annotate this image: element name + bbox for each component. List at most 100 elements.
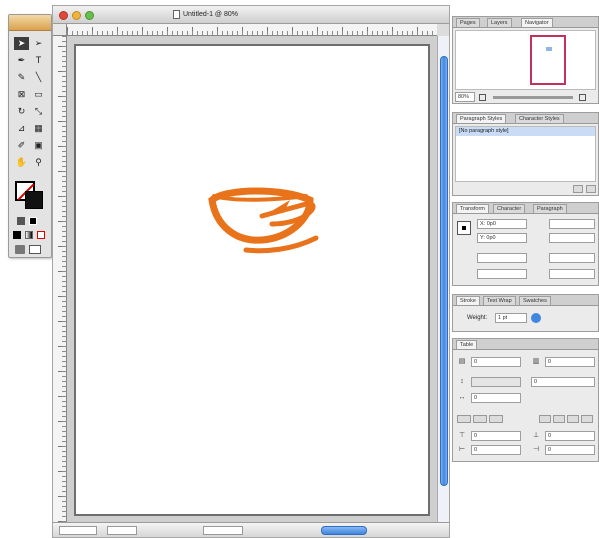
paragraph-styles-panel: Paragraph Styles Character Styles [No pa… xyxy=(452,112,599,196)
reference-point-icon[interactable] xyxy=(457,221,471,235)
gradient-tool[interactable]: ▦ xyxy=(31,122,46,135)
eyedropper-tool[interactable]: ✐ xyxy=(14,139,29,152)
selection-tool[interactable]: ➤ xyxy=(14,37,29,50)
tab-character-styles[interactable]: Character Styles xyxy=(515,114,564,123)
zoom-field[interactable] xyxy=(59,526,97,535)
align-center-button[interactable] xyxy=(473,415,487,423)
coffee-cup-logo[interactable] xyxy=(206,186,328,258)
rotate-tool[interactable]: ↻ xyxy=(14,105,29,118)
preview-view-icon[interactable] xyxy=(29,245,41,254)
zoom-out-icon[interactable] xyxy=(479,94,486,101)
rectangle-frame-tool[interactable]: ⊠ xyxy=(14,88,29,101)
navigator-tab-row: Pages Layers Navigator xyxy=(453,17,598,28)
hand-tool[interactable]: ✋ xyxy=(14,156,29,169)
page-number-field[interactable] xyxy=(107,526,137,535)
width-field[interactable] xyxy=(549,219,595,229)
rectangle-tool[interactable]: ▭ xyxy=(31,88,46,101)
horizontal-scroll-thumb[interactable] xyxy=(321,526,367,535)
delete-style-button[interactable] xyxy=(586,185,596,193)
tab-navigator[interactable]: Navigator xyxy=(521,18,553,27)
tab-paragraph[interactable]: Paragraph xyxy=(533,204,567,213)
navigator-zoom-field[interactable]: 80% xyxy=(455,92,475,102)
align-bottom-button[interactable] xyxy=(489,415,503,423)
row-height-field[interactable] xyxy=(471,377,521,387)
tab-transform[interactable]: Transform xyxy=(456,204,489,213)
shear-field[interactable] xyxy=(549,269,595,279)
scale-y-field[interactable] xyxy=(549,253,595,263)
normal-view-icon[interactable] xyxy=(15,245,25,254)
y-position-field[interactable]: Y: 0p0 xyxy=(477,233,527,243)
status-bar xyxy=(53,522,449,537)
pen-tool[interactable]: ✒ xyxy=(14,54,29,67)
apply-none-icon[interactable] xyxy=(37,231,45,239)
zoom-tool[interactable]: ⚲ xyxy=(31,156,46,169)
swap-colors-icon[interactable] xyxy=(17,217,25,225)
minimize-button[interactable] xyxy=(72,11,81,20)
rotate-text-button[interactable] xyxy=(539,415,551,423)
tab-stroke[interactable]: Stroke xyxy=(456,296,480,305)
zoom-in-icon[interactable] xyxy=(579,94,586,101)
tab-paragraph-styles[interactable]: Paragraph Styles xyxy=(456,114,507,123)
document-window: Untitled-1 @ 80% xyxy=(52,5,450,538)
top-inset-field[interactable]: 0 xyxy=(471,431,521,441)
shear-tool[interactable]: ⊿ xyxy=(14,122,29,135)
apply-color-icon[interactable] xyxy=(13,231,21,239)
row-height-value-field[interactable]: 0 xyxy=(531,377,595,387)
top-inset-icon: ⊤ xyxy=(458,432,466,439)
weight-stepper-icon[interactable] xyxy=(531,313,541,323)
stroke-icon[interactable] xyxy=(25,191,43,209)
zoom-button[interactable] xyxy=(85,11,94,20)
apply-gradient-icon[interactable] xyxy=(25,231,33,239)
vertical-scroll-thumb[interactable] xyxy=(440,56,448,486)
tab-layers[interactable]: Layers xyxy=(487,18,512,27)
bottom-inset-icon: ⊥ xyxy=(532,432,540,439)
height-field[interactable] xyxy=(549,233,595,243)
list-item[interactable]: [No paragraph style] xyxy=(456,127,595,136)
tab-character[interactable]: Character xyxy=(493,204,526,213)
table-tab-row: Table xyxy=(453,339,598,350)
right-inset-field[interactable]: 0 xyxy=(545,445,595,455)
direct-selection-tool[interactable]: ➢ xyxy=(31,37,46,50)
column-width-field[interactable]: 0 xyxy=(471,393,521,403)
document-page[interactable] xyxy=(74,44,430,516)
tab-swatches[interactable]: Swatches xyxy=(519,296,551,305)
scale-tool[interactable]: ⤡ xyxy=(31,105,46,118)
ruler-origin[interactable] xyxy=(53,24,67,36)
left-inset-field[interactable]: 0 xyxy=(471,445,521,455)
rows-field[interactable]: 0 xyxy=(471,357,521,367)
page-nav-field[interactable] xyxy=(203,526,243,535)
weight-field[interactable]: 1 pt xyxy=(495,313,527,323)
rotate-text-90-button[interactable] xyxy=(553,415,565,423)
rotate-text-270-button[interactable] xyxy=(581,415,593,423)
document-icon xyxy=(173,10,180,19)
tab-text-wrap[interactable]: Text Wrap xyxy=(483,296,516,305)
default-colors-icon[interactable] xyxy=(29,217,37,225)
zoom-slider[interactable] xyxy=(493,96,573,99)
tab-pages[interactable]: Pages xyxy=(456,18,480,27)
bottom-inset-field[interactable]: 0 xyxy=(545,431,595,441)
navigator-preview xyxy=(455,30,596,90)
pencil-tool[interactable]: ✎ xyxy=(14,71,29,84)
type-tool[interactable]: T xyxy=(31,54,46,67)
x-position-field[interactable]: X: 0p0 xyxy=(477,219,527,229)
view-box[interactable] xyxy=(530,35,566,85)
new-style-button[interactable] xyxy=(573,185,583,193)
button-tool[interactable]: ▣ xyxy=(31,139,46,152)
row-height-icon: ↕ xyxy=(460,378,464,385)
line-tool[interactable]: ╲ xyxy=(31,71,46,84)
columns-field[interactable]: 0 xyxy=(545,357,595,367)
vertical-ruler[interactable] xyxy=(53,36,67,522)
pasteboard[interactable] xyxy=(67,36,437,522)
columns-icon: ▥ xyxy=(532,358,540,365)
vertical-scrollbar[interactable] xyxy=(437,36,449,522)
fill-stroke-swatch[interactable] xyxy=(15,181,45,211)
rotate-text-180-button[interactable] xyxy=(567,415,579,423)
horizontal-ruler[interactable] xyxy=(67,24,437,36)
scale-x-field[interactable] xyxy=(477,253,527,263)
toolbox-title-bar[interactable] xyxy=(9,15,51,31)
tab-table[interactable]: Table xyxy=(456,340,478,349)
document-title-bar[interactable]: Untitled-1 @ 80% xyxy=(53,6,449,24)
rotation-field[interactable] xyxy=(477,269,527,279)
align-top-button[interactable] xyxy=(457,415,471,423)
close-button[interactable] xyxy=(59,11,68,20)
